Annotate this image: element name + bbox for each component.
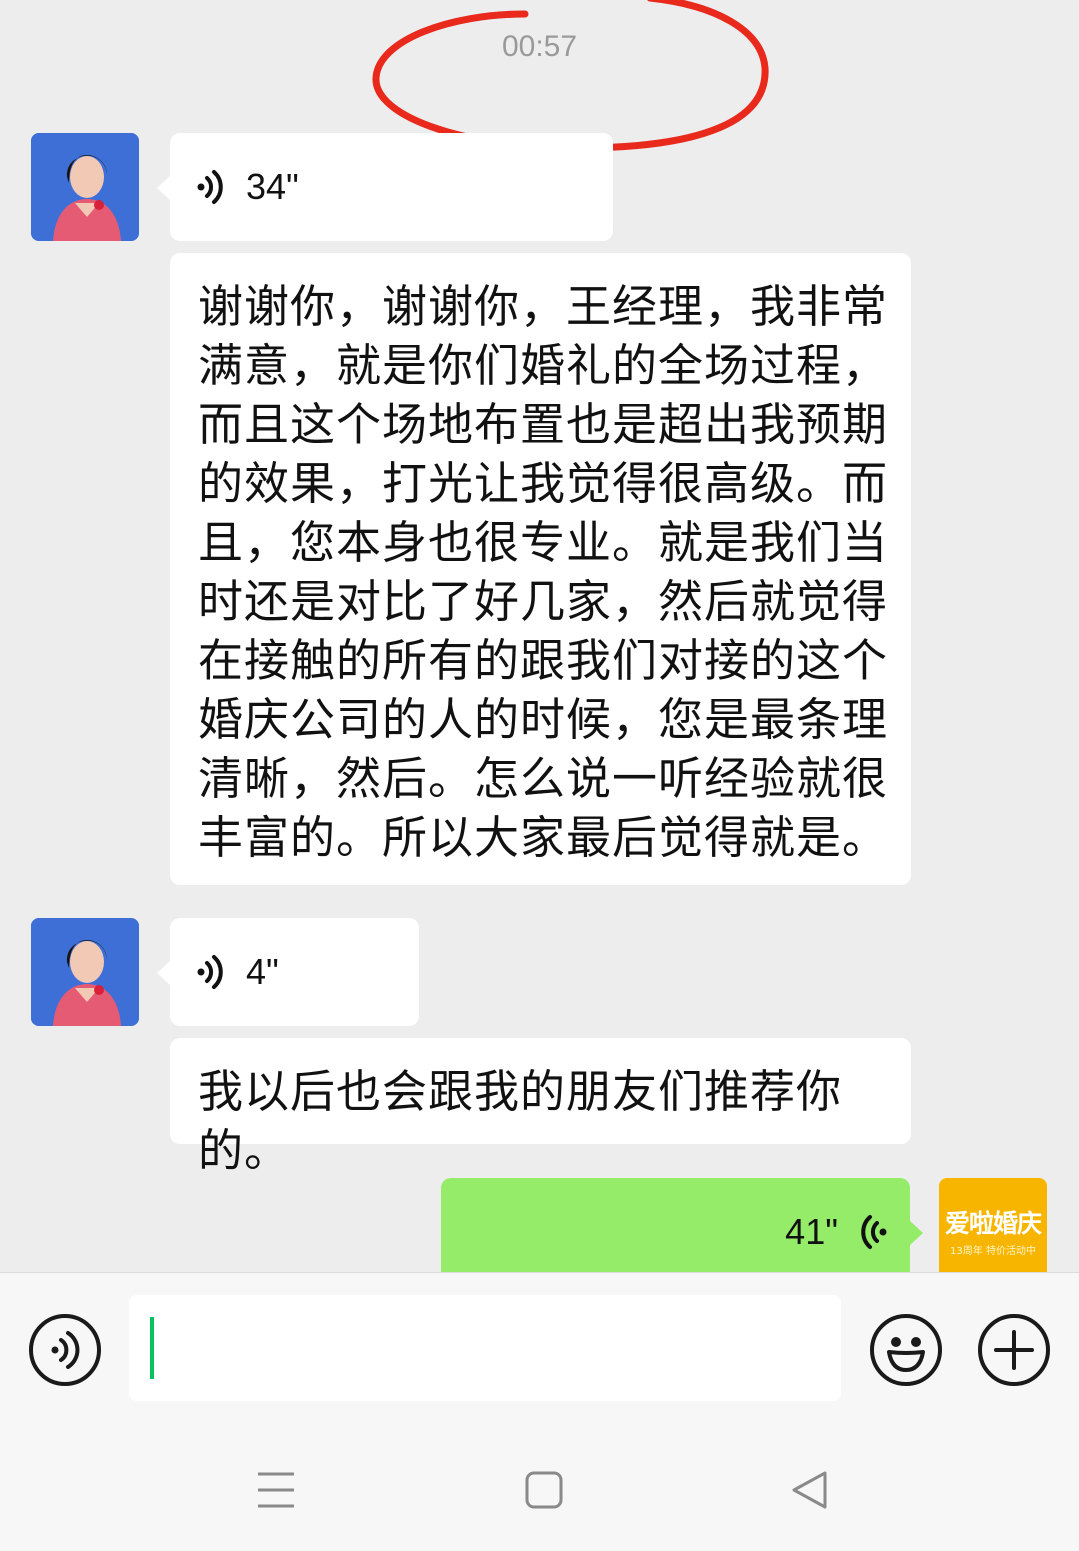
- voice-transcript-bubble[interactable]: 谢谢你，谢谢你，王经理，我非常 满意，就是你们婚礼的全场过程， 而且这个场地布置…: [170, 253, 911, 885]
- system-nav-bar: [0, 1420, 1079, 1551]
- avatar-photo: [31, 918, 139, 1026]
- plus-icon: [994, 1330, 1034, 1370]
- transcript-line: 婚庆公司的人的时候，您是最条理: [198, 693, 889, 746]
- transcript-line: 我以后也会跟我的朋友们推荐你的。: [198, 1065, 843, 1177]
- voice-message-bubble[interactable]: 34": [157, 133, 613, 241]
- transcript-text: 谢谢你，谢谢你，王经理，我非常 满意，就是你们婚礼的全场过程， 而且这个场地布置…: [198, 277, 888, 867]
- voice-message-bubble[interactable]: 4": [157, 918, 419, 1026]
- outgoing-voice-bubble[interactable]: 41": [441, 1178, 923, 1272]
- avatar-brand-text: 爱啦婚庆: [944, 1209, 1042, 1238]
- bubble-tail: [157, 960, 171, 986]
- message-input[interactable]: [129, 1295, 841, 1401]
- transcript-line: 且，您本身也很专业。就是我们当: [198, 516, 889, 569]
- transcript-line: 时还是对比了好几家，然后就觉得: [198, 575, 889, 628]
- back-triangle-icon[interactable]: [790, 1470, 830, 1510]
- contact-avatar[interactable]: [31, 918, 139, 1026]
- bubble-tail: [909, 1220, 923, 1246]
- menu-icon[interactable]: [256, 1470, 296, 1510]
- chat-area[interactable]: 00:57 34" 谢谢你，谢谢你，王经理，我非常 满意，就是你们婚礼的全场过程…: [0, 0, 1079, 1272]
- voice-transcript-bubble[interactable]: 我以后也会跟我的朋友们推荐你的。: [170, 1038, 911, 1177]
- transcript-text: 我以后也会跟我的朋友们推荐你的。: [198, 1062, 911, 1180]
- voice-wave-icon: [197, 170, 223, 204]
- voice-duration: 41": [785, 1211, 838, 1252]
- transcript-line: 谢谢你，谢谢你，王经理，我非常: [198, 280, 889, 333]
- transcript-line: 满意，就是你们婚礼的全场过程，: [198, 339, 889, 392]
- voice-duration: 4": [246, 951, 279, 992]
- voice-wave-icon: [861, 1215, 887, 1249]
- contact-avatar[interactable]: [31, 133, 139, 241]
- voice-duration: 34": [246, 166, 299, 207]
- avatar-sub-text: 13周年 特价活动中: [950, 1246, 1036, 1257]
- transcript-line: 而且这个场地布置也是超出我预期: [198, 398, 889, 451]
- text-caret: [150, 1317, 154, 1379]
- bubble-tail: [157, 175, 171, 201]
- transcript-line: 丰富的。所以大家最后觉得就是。: [198, 811, 889, 864]
- input-bar: [0, 1272, 1079, 1420]
- transcript-line: 在接触的所有的跟我们对接的这个: [198, 634, 889, 687]
- voice-wave-icon: [197, 955, 223, 989]
- transcript-line: 的效果，打光让我觉得很高级。而: [198, 457, 889, 510]
- transcript-line: 清晰，然后。怎么说一听经验就很: [198, 752, 889, 805]
- voice-mode-button[interactable]: [29, 1314, 101, 1386]
- self-avatar[interactable]: 爱啦婚庆 13周年 特价活动中: [939, 1178, 1047, 1272]
- plus-button[interactable]: [978, 1314, 1050, 1386]
- emoji-button[interactable]: [870, 1314, 942, 1386]
- voice-mode-icon: [51, 1331, 80, 1369]
- emoji-icon: [887, 1337, 925, 1372]
- home-square-icon[interactable]: [524, 1470, 564, 1510]
- avatar-photo: [31, 133, 139, 241]
